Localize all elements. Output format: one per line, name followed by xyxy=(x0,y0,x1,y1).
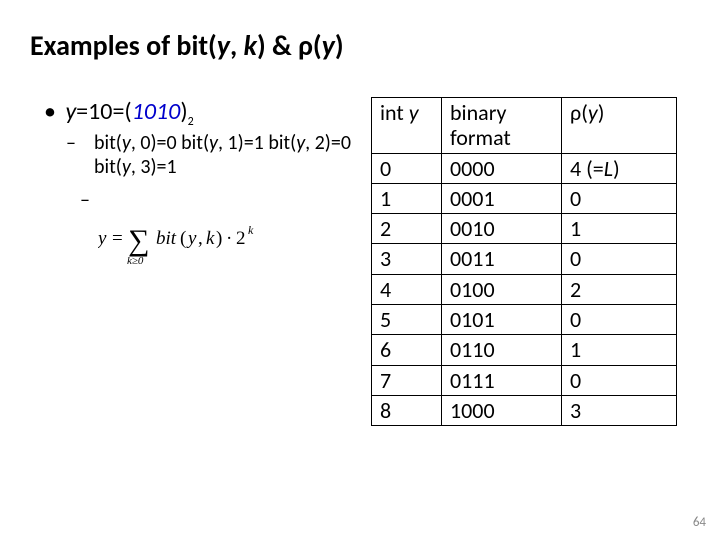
b2-y0: y xyxy=(122,131,131,155)
content-row: • y=10=(1010)2 –bit(y, 0)=0 bit(y, 1)=1 … xyxy=(30,97,690,426)
table-row: 810003 xyxy=(372,395,677,425)
cell-int: 4 xyxy=(372,274,442,304)
title-y1: y xyxy=(217,28,230,63)
cell-binary: 0110 xyxy=(442,335,562,365)
svg-text:bit: bit xyxy=(156,228,177,249)
title-text-4: ) xyxy=(335,28,344,63)
b2-y3: y xyxy=(122,155,131,179)
title-text-2: , xyxy=(230,28,244,63)
b2-t3: , 1)=1 xyxy=(218,131,264,155)
dash-icon-2: – xyxy=(80,188,90,212)
cell-binary: 0011 xyxy=(442,244,562,274)
cell-int: 0 xyxy=(372,153,442,183)
cell-rho: 3 xyxy=(562,395,677,425)
b1-subscript: 2 xyxy=(188,115,194,129)
bullet-level2-formula: – xyxy=(80,188,365,212)
title-text-1: Examples of bit( xyxy=(30,28,217,63)
cell-int: 8 xyxy=(372,395,442,425)
table-header-row: int y binary format ρ(y) xyxy=(372,98,677,154)
cell-int: 3 xyxy=(372,244,442,274)
cell-binary: 0010 xyxy=(442,214,562,244)
table-body: 000004 (=L)10001020010130011040100250101… xyxy=(372,153,677,426)
cell-int: 7 xyxy=(372,365,442,395)
th-binary: binary format xyxy=(442,98,562,154)
table-row: 000004 (=L) xyxy=(372,153,677,183)
svg-text:2: 2 xyxy=(236,228,246,249)
svg-text:k: k xyxy=(248,223,254,237)
cell-binary: 1000 xyxy=(442,395,562,425)
table-row: 601101 xyxy=(372,335,677,365)
bullet-level1: • y=10=(1010)2 xyxy=(44,97,365,129)
svg-text:k≥0: k≥0 xyxy=(127,255,144,266)
svg-text:): ) xyxy=(216,228,222,249)
cell-int: 2 xyxy=(372,214,442,244)
cell-binary: 0111 xyxy=(442,365,562,395)
bullet-level2: –bit(y, 0)=0 bit(y, 1)=1 bit(y, 2)=0 bit… xyxy=(80,131,365,180)
title-text-3: ) & ρ( xyxy=(257,28,322,63)
page-number: 64 xyxy=(693,515,706,530)
bullet-dot-icon: • xyxy=(44,97,60,126)
summation-formula: y = ∑ k≥0 bit ( y , k ) · 2 k xyxy=(98,214,365,266)
th-int: int y xyxy=(372,98,442,154)
b2-y2: y xyxy=(296,131,305,155)
table-row: 701110 xyxy=(372,365,677,395)
cell-rho: 1 xyxy=(562,214,677,244)
table-row: 501010 xyxy=(372,305,677,335)
cell-rho: 0 xyxy=(562,183,677,213)
svg-text:∑: ∑ xyxy=(128,224,149,257)
table-row: 200101 xyxy=(372,214,677,244)
cell-rho: 1 xyxy=(562,335,677,365)
cell-rho: 0 xyxy=(562,365,677,395)
b2-t1: bit( xyxy=(94,131,122,155)
b1-eq: =10=( xyxy=(76,97,132,126)
cell-int: 6 xyxy=(372,335,442,365)
b1-close: ) xyxy=(180,97,187,126)
cell-binary: 0101 xyxy=(442,305,562,335)
svg-text:,: , xyxy=(198,228,203,249)
table-row: 100010 xyxy=(372,183,677,213)
svg-text:(: ( xyxy=(180,228,186,249)
cell-binary: 0000 xyxy=(442,153,562,183)
th-rho: ρ(y) xyxy=(562,98,677,154)
title-y2: y xyxy=(322,28,335,63)
table-row: 300110 xyxy=(372,244,677,274)
b1-y: y xyxy=(65,97,76,126)
cell-binary: 0001 xyxy=(442,183,562,213)
cell-rho: 0 xyxy=(562,305,677,335)
b2-t4: bit( xyxy=(268,131,296,155)
b2-t6: , 3)=1 xyxy=(131,155,177,179)
cell-int: 1 xyxy=(372,183,442,213)
b2-t2: , 0)=0 bit( xyxy=(131,131,209,155)
cell-rho: 2 xyxy=(562,274,677,304)
cell-rho: 0 xyxy=(562,244,677,274)
table-row: 401002 xyxy=(372,274,677,304)
formula-svg: y = ∑ k≥0 bit ( y , k ) · 2 k xyxy=(98,214,318,266)
title-k: k xyxy=(244,28,257,63)
svg-text:·: · xyxy=(226,228,232,249)
rho-table: int y binary format ρ(y) 000004 (=L)1000… xyxy=(371,97,677,426)
svg-text:=: = xyxy=(112,228,123,249)
b2-y1: y xyxy=(209,131,218,155)
cell-binary: 0100 xyxy=(442,274,562,304)
svg-text:k: k xyxy=(206,228,215,249)
svg-text:y: y xyxy=(98,228,107,249)
b1-binary: 1010 xyxy=(132,97,181,126)
cell-rho: 4 (=L) xyxy=(562,153,677,183)
left-column: • y=10=(1010)2 –bit(y, 0)=0 bit(y, 1)=1 … xyxy=(30,97,365,266)
cell-int: 5 xyxy=(372,305,442,335)
svg-text:y: y xyxy=(186,228,197,249)
slide-title: Examples of bit(y, k) & ρ(y) xyxy=(30,28,690,63)
dash-icon: – xyxy=(80,131,94,155)
